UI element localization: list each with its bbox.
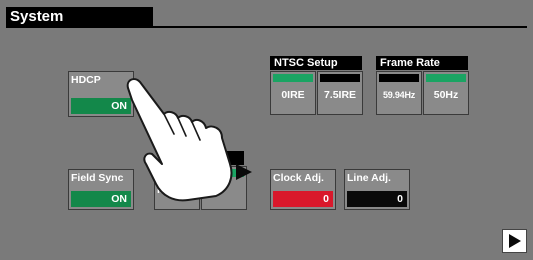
ntsc-7-5ire-indicator (320, 74, 360, 82)
frame-rate-50hz-label: 50Hz (433, 89, 459, 101)
title-divider (6, 26, 527, 28)
clock-adj-button[interactable]: Clock Adj. 0 (270, 169, 336, 210)
clock-adj-label: Clock Adj. (273, 172, 324, 184)
clock-adj-value: 0 (273, 191, 333, 207)
screen-title: System (6, 7, 153, 26)
next-page-button[interactable] (502, 229, 527, 253)
ntsc-setup-header: NTSC Setup (270, 56, 362, 70)
play-triangle-icon (509, 234, 521, 248)
line-adj-button[interactable]: Line Adj. 0 (344, 169, 410, 210)
line-adj-value: 0 (347, 191, 407, 207)
ntsc-0ire-indicator (273, 74, 313, 82)
line-adj-label: Line Adj. (347, 172, 391, 184)
ntsc-7-5ire-label: 7.5IRE (323, 89, 357, 101)
frame-rate-50hz-button[interactable]: 50Hz (423, 71, 469, 115)
frame-rate-50hz-indicator (426, 74, 466, 82)
frame-rate-59-94hz-button[interactable]: 59.94Hz (376, 71, 422, 115)
frame-rate-59-94hz-label: 59.94Hz (382, 90, 416, 100)
frame-rate-59-94hz-indicator (379, 74, 419, 82)
frame-rate-header: Frame Rate (376, 56, 468, 70)
pointing-hand-icon (126, 78, 252, 202)
system-screen: System HDCP ON NTSC Setup 0IRE 7.5IRE Fr… (0, 0, 533, 260)
ntsc-7-5ire-button[interactable]: 7.5IRE (317, 71, 363, 115)
